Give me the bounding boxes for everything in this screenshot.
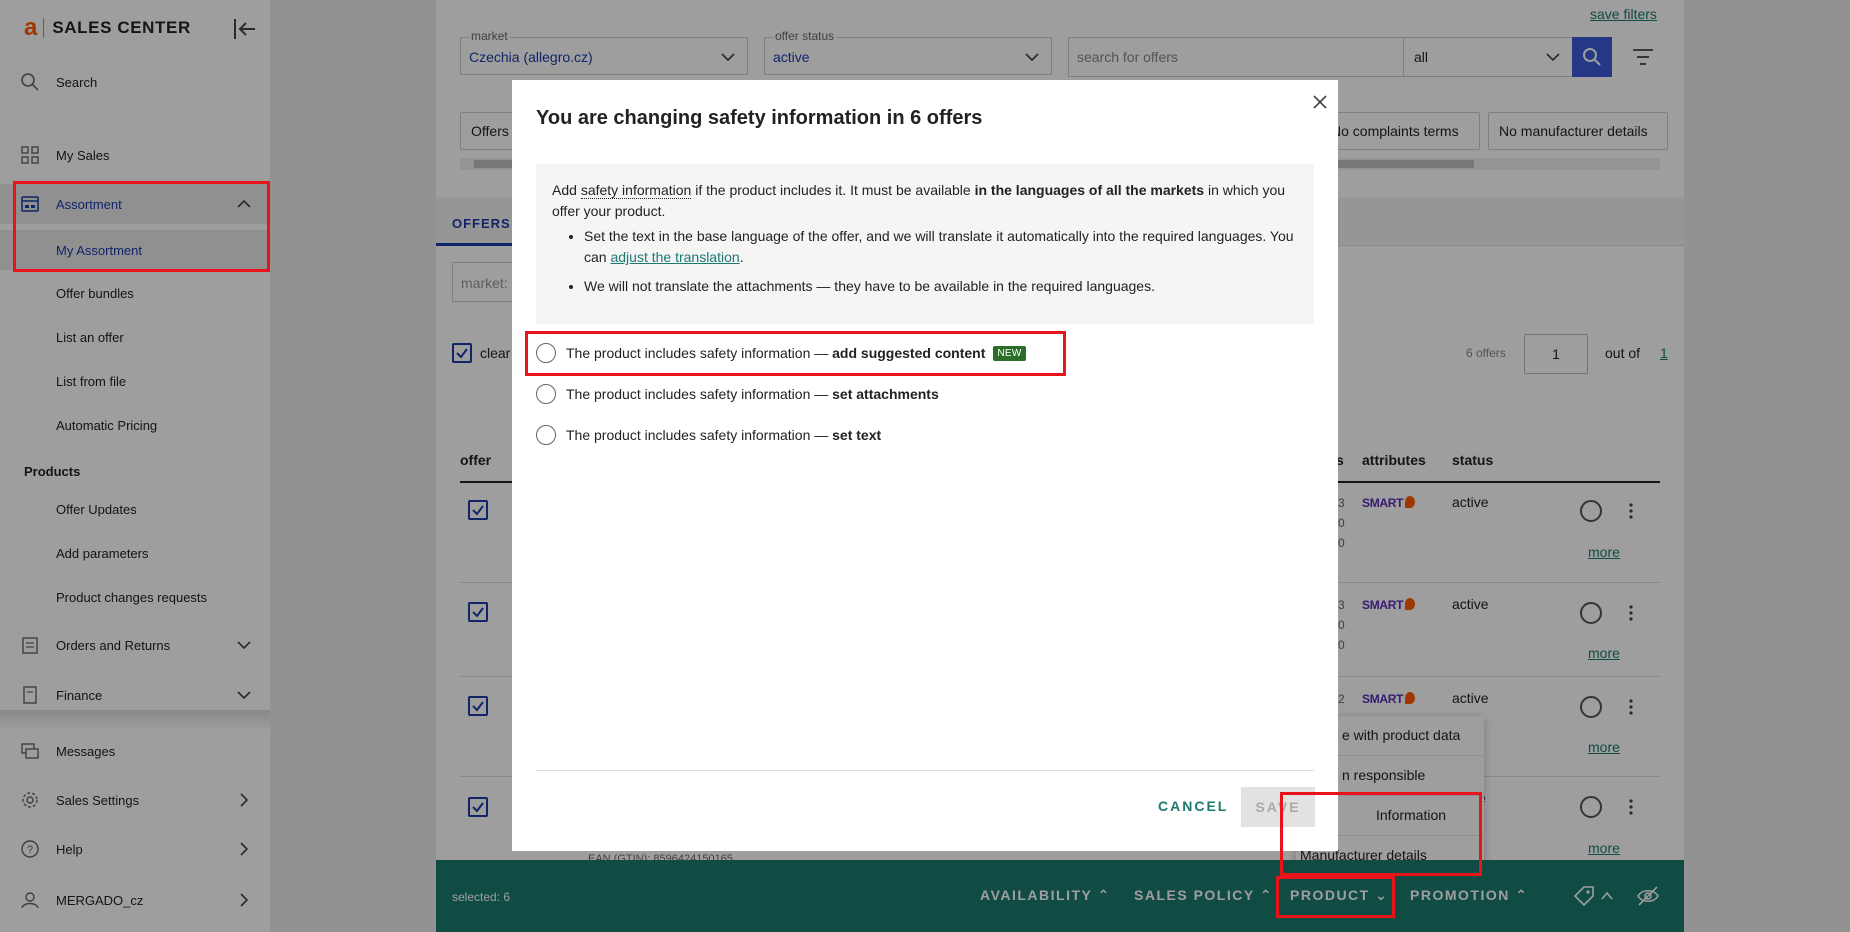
info-intro-text: if the product includes it. It must be a…	[691, 182, 975, 198]
option-prefix: The product includes safety information …	[566, 427, 833, 443]
option-set-text[interactable]: The product includes safety information …	[536, 423, 881, 447]
safety-information-tooltip[interactable]: safety information	[580, 182, 692, 199]
info-intro-text: Add	[552, 182, 581, 198]
safety-information-modal: You are changing safety information in 6…	[512, 80, 1338, 851]
info-bullet: Set the text in the base language of the…	[584, 226, 1298, 268]
modal-title: You are changing safety information in 6…	[536, 107, 983, 129]
highlight-box-product-button	[1276, 876, 1395, 918]
cancel-button[interactable]: CANCEL	[1158, 798, 1228, 814]
info-list: Set the text in the base language of the…	[584, 226, 1298, 297]
option-label: The product includes safety information …	[566, 386, 939, 402]
info-intro: Add safety information if the product in…	[552, 180, 1298, 222]
close-icon[interactable]	[1310, 92, 1330, 112]
radio-button[interactable]	[536, 425, 556, 445]
highlight-box-safety-information	[1280, 792, 1482, 876]
radio-button[interactable]	[536, 384, 556, 404]
info-intro-bold: in the languages of all the markets	[974, 182, 1205, 198]
adjust-translation-link[interactable]: adjust the translation	[610, 249, 739, 265]
highlight-box-suggested-content	[525, 331, 1066, 376]
option-bold: set attachments	[832, 386, 939, 402]
info-box: Add safety information if the product in…	[536, 164, 1314, 324]
option-label: The product includes safety information …	[566, 427, 881, 443]
highlight-box-assortment	[13, 181, 270, 272]
info-bullet: We will not translate the attachments — …	[584, 276, 1298, 297]
option-prefix: The product includes safety information …	[566, 386, 833, 402]
modal-footer-divider	[536, 770, 1314, 771]
option-set-attachments[interactable]: The product includes safety information …	[536, 382, 939, 406]
option-bold: set text	[832, 427, 882, 443]
info-bullet-text: .	[739, 249, 744, 265]
